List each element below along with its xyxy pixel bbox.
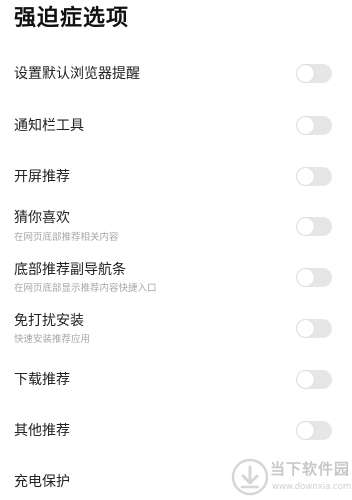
setting-label: 充电保护 bbox=[14, 474, 70, 490]
setting-description: 快速安装推荐应用 bbox=[14, 334, 91, 345]
toggle-knob bbox=[297, 65, 314, 82]
default-browser-reminder-toggle[interactable] bbox=[296, 64, 332, 83]
toggle-knob bbox=[297, 422, 314, 439]
setting-label: 底部推荐副导航条 bbox=[14, 262, 126, 278]
setting-label: 通知栏工具 bbox=[14, 118, 84, 134]
setting-description: 在网页底部推荐相关内容 bbox=[14, 232, 119, 243]
notification-toolbar-toggle[interactable] bbox=[296, 116, 332, 135]
watermark-name: 当下软件园 bbox=[270, 460, 351, 478]
setting-label: 下载推荐 bbox=[14, 372, 70, 388]
setting-label: 设置默认浏览器提醒 bbox=[14, 66, 140, 82]
setting-label: 免打扰安装 bbox=[14, 313, 84, 329]
watermark: 当下软件园 www.downxia.com bbox=[226, 454, 352, 500]
splash-recommend-toggle[interactable] bbox=[296, 167, 332, 186]
other-recommend-toggle[interactable] bbox=[296, 421, 332, 440]
guess-you-like-toggle[interactable] bbox=[296, 217, 332, 236]
setting-label: 猜你喜欢 bbox=[14, 210, 70, 226]
setting-description: 在网页底部显示推荐内容快捷入口 bbox=[14, 283, 157, 294]
silent-install-toggle[interactable] bbox=[296, 319, 332, 338]
page-title: 强迫症选项 bbox=[14, 6, 130, 31]
toggle-knob bbox=[297, 218, 314, 235]
toggle-knob bbox=[297, 168, 314, 185]
downxia-logo-icon bbox=[231, 458, 269, 496]
bottom-nav-bar-toggle[interactable] bbox=[296, 268, 332, 287]
toggle-knob bbox=[297, 320, 314, 337]
toggle-knob bbox=[297, 371, 314, 388]
setting-label: 其他推荐 bbox=[14, 423, 70, 439]
toggle-knob bbox=[297, 117, 314, 134]
download-recommend-toggle[interactable] bbox=[296, 370, 332, 389]
toggle-knob bbox=[297, 269, 314, 286]
watermark-url: www.downxia.com bbox=[272, 482, 352, 492]
setting-label: 开屏推荐 bbox=[14, 169, 70, 185]
